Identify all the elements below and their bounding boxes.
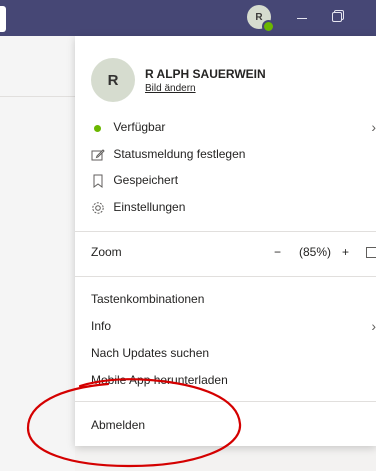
saved-label: Gespeichert [113, 173, 179, 187]
profile-menu: R R ALPH SAUERWEIN Bild ändern Verfügbar… [75, 36, 376, 446]
gear-icon [91, 201, 105, 215]
zoom-out-button[interactable]: − [274, 245, 281, 259]
menu-item-status-message[interactable]: Statusmeldung festlegen [91, 147, 245, 162]
info-label: Info [91, 319, 112, 333]
profile-name: R ALPH SAUERWEIN [145, 67, 266, 81]
status-message-label: Statusmeldung festlegen [113, 147, 246, 161]
zoom-in-button[interactable]: + [342, 245, 349, 259]
change-picture-link[interactable]: Bild ändern [145, 83, 196, 94]
divider [75, 231, 376, 232]
chevron-right-icon: › [371, 119, 376, 135]
background-divider [0, 96, 75, 97]
divider [75, 276, 376, 277]
settings-label: Einstellungen [113, 200, 186, 214]
menu-item-info[interactable]: Info › [91, 319, 376, 333]
status-available-icon [262, 20, 275, 33]
menu-item-shortcuts[interactable]: Tastenkombinationen [91, 292, 204, 306]
fullscreen-icon[interactable] [366, 247, 376, 258]
profile-avatar[interactable]: R [91, 58, 135, 102]
bookmark-icon [91, 174, 105, 188]
menu-item-saved[interactable]: Gespeichert [91, 173, 178, 188]
divider [75, 401, 376, 402]
menu-item-mobile-app[interactable]: Mobile App herunterladen [91, 373, 228, 387]
chevron-right-icon: › [371, 318, 376, 334]
minimize-icon[interactable] [292, 8, 314, 28]
zoom-label: Zoom [91, 245, 122, 259]
app-background [0, 36, 75, 471]
restore-icon[interactable] [332, 10, 344, 22]
menu-item-status[interactable]: Verfügbar › [91, 120, 376, 135]
menu-item-check-updates[interactable]: Nach Updates suchen [91, 346, 209, 360]
available-dot-icon [91, 121, 105, 135]
search-box-edge[interactable] [0, 6, 6, 32]
status-label: Verfügbar [113, 120, 166, 134]
title-bar: R [0, 0, 376, 36]
zoom-value: (85%) [299, 245, 332, 259]
menu-item-settings[interactable]: Einstellungen [91, 200, 185, 215]
edit-message-icon [91, 148, 105, 162]
menu-item-sign-out[interactable]: Abmelden [91, 418, 145, 432]
